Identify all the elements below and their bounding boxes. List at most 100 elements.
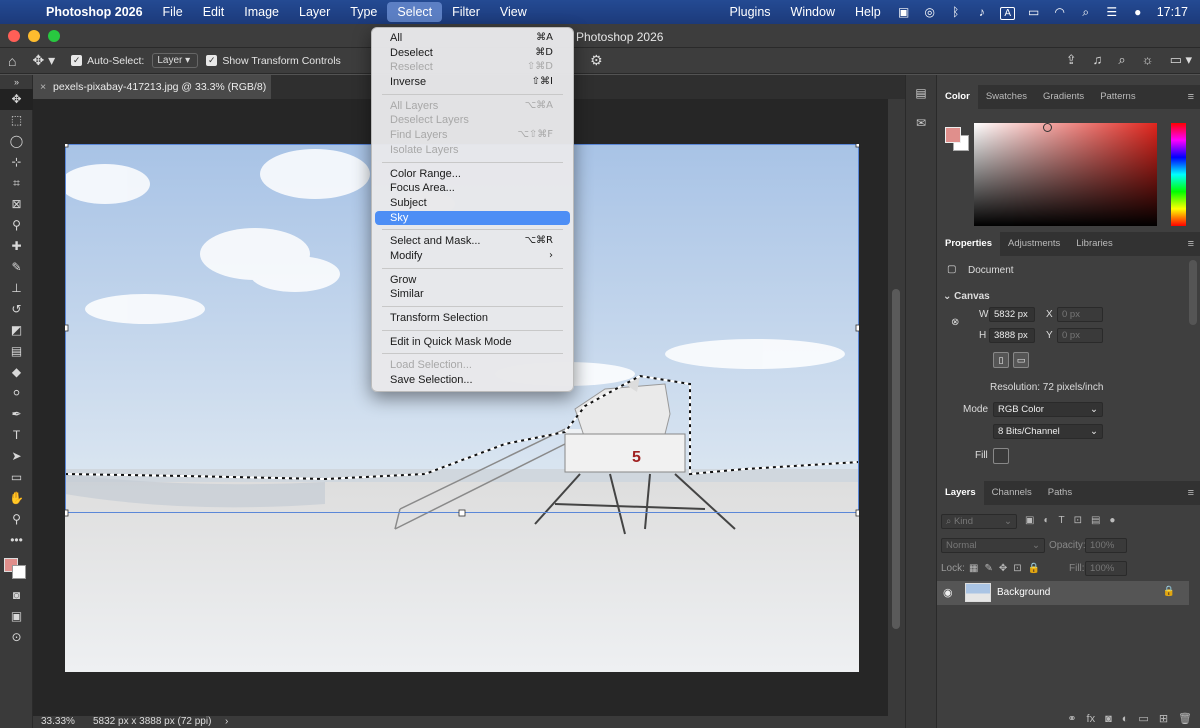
eyedropper-tool-icon[interactable]: ⚲ bbox=[0, 215, 33, 236]
history-panel-icon[interactable]: ▤ bbox=[906, 81, 936, 105]
canvas-section-header[interactable]: ⌄ Canvas bbox=[943, 291, 990, 302]
siri-icon[interactable]: ● bbox=[1125, 5, 1151, 19]
menu-item-sky[interactable]: Sky bbox=[375, 210, 570, 226]
menu-item-modify[interactable]: Modify › bbox=[372, 249, 573, 264]
battery-icon[interactable]: ▭ bbox=[1021, 5, 1047, 19]
panel-menu-icon[interactable]: ≡ bbox=[1188, 238, 1200, 250]
color-field[interactable] bbox=[974, 123, 1157, 226]
type-tool-icon[interactable]: T bbox=[0, 425, 33, 446]
x-field[interactable]: 0 px bbox=[1057, 307, 1103, 322]
gradient-tool-icon[interactable]: ▤ bbox=[0, 341, 33, 362]
comments-panel-icon[interactable]: ✉ bbox=[906, 111, 936, 135]
auto-select-target-dropdown[interactable]: Layer ▾ bbox=[152, 53, 199, 68]
menu-filter[interactable]: Filter bbox=[442, 0, 490, 24]
new-layer-icon[interactable]: ⊞ bbox=[1159, 710, 1168, 728]
menu-item-focus-area[interactable]: Focus Area... bbox=[372, 181, 573, 196]
link-icon[interactable]: ⊗ bbox=[951, 317, 959, 328]
zoom-level[interactable]: 33.33% bbox=[41, 716, 75, 727]
tab-paths[interactable]: Paths bbox=[1040, 481, 1080, 505]
lasso-tool-icon[interactable]: ◯ bbox=[0, 131, 33, 152]
blend-mode-dropdown[interactable]: Normal ⌄ bbox=[941, 538, 1045, 553]
tab-adjustments[interactable]: Adjustments bbox=[1000, 232, 1068, 256]
menu-help[interactable]: Help bbox=[845, 0, 891, 24]
quick-mask-icon[interactable]: ◙ bbox=[0, 585, 33, 606]
tab-swatches[interactable]: Swatches bbox=[978, 85, 1035, 109]
marquee-tool-icon[interactable]: ⬚ bbox=[0, 110, 33, 131]
minimize-window-button[interactable] bbox=[28, 30, 40, 42]
trash-icon[interactable]: 🗑 bbox=[1178, 710, 1192, 728]
blur-tool-icon[interactable]: ◆ bbox=[0, 362, 33, 383]
pen-tool-icon[interactable]: ✒ bbox=[0, 404, 33, 425]
fx-icon[interactable]: fx bbox=[1087, 710, 1096, 728]
menu-item-subject[interactable]: Subject bbox=[372, 196, 573, 211]
close-tab-icon[interactable]: × bbox=[40, 75, 46, 99]
menu-item-select-and-mask[interactable]: Select and Mask... ⌥⌘R bbox=[372, 234, 573, 249]
frame-tool-icon[interactable]: ⊠ bbox=[0, 194, 33, 215]
lock-icons[interactable]: ▦✎✥⊡🔒 bbox=[969, 563, 1046, 574]
more-tools-icon[interactable]: ••• bbox=[0, 530, 33, 551]
home-icon[interactable]: ⌂ bbox=[0, 53, 24, 69]
panel-menu-icon[interactable]: ≡ bbox=[1188, 487, 1200, 499]
scroll-thumb[interactable] bbox=[892, 289, 900, 629]
share-icon[interactable]: ⇪ bbox=[1066, 52, 1077, 68]
path-selection-tool-icon[interactable]: ➤ bbox=[0, 446, 33, 467]
collapse-toolbar-icon[interactable]: » bbox=[0, 75, 33, 89]
menu-edit[interactable]: Edit bbox=[193, 0, 235, 24]
landscape-orientation-button[interactable]: ▭ bbox=[1013, 352, 1029, 368]
menu-view[interactable]: View bbox=[490, 0, 537, 24]
width-field[interactable]: 5832 px bbox=[989, 307, 1035, 322]
layer-row[interactable]: ◉ Background 🔒 bbox=[937, 581, 1189, 605]
edit-toolbar-icon[interactable]: ⊙ bbox=[0, 627, 33, 648]
menu-layer[interactable]: Layer bbox=[289, 0, 340, 24]
menu-item-transform-selection[interactable]: Transform Selection bbox=[372, 311, 573, 326]
menu-image[interactable]: Image bbox=[234, 0, 289, 24]
bit-depth-dropdown[interactable]: 8 Bits/Channel ⌄ bbox=[993, 424, 1103, 439]
crop-tool-icon[interactable]: ⌗ bbox=[0, 173, 33, 194]
tab-libraries[interactable]: Libraries bbox=[1068, 232, 1120, 256]
wechat-icon[interactable]: ◎ bbox=[917, 5, 943, 19]
bell-icon[interactable]: ♫ bbox=[1093, 52, 1103, 68]
fill-opacity-field[interactable]: 100% bbox=[1085, 561, 1127, 576]
menu-item-similar[interactable]: Similar bbox=[372, 287, 573, 302]
gear-icon[interactable]: ⚙ bbox=[582, 52, 611, 69]
zoom-tool-icon[interactable]: ⚲ bbox=[0, 509, 33, 530]
brush-tool-icon[interactable]: ✎ bbox=[0, 257, 33, 278]
tab-color[interactable]: Color bbox=[937, 85, 978, 109]
clock[interactable]: 17:17 bbox=[1151, 5, 1200, 19]
tab-gradients[interactable]: Gradients bbox=[1035, 85, 1092, 109]
background-color-swatch[interactable] bbox=[12, 565, 26, 579]
hand-tool-icon[interactable]: ✋ bbox=[0, 488, 33, 509]
chevron-right-icon[interactable]: › bbox=[225, 716, 228, 727]
menu-item-all[interactable]: All ⌘A bbox=[372, 31, 573, 46]
bluetooth-icon[interactable]: ᛒ bbox=[943, 5, 969, 19]
add-mask-icon[interactable]: ◙ bbox=[1105, 710, 1112, 728]
status-app-icon[interactable]: ▣ bbox=[891, 5, 917, 19]
menu-window[interactable]: Window bbox=[781, 0, 845, 24]
tab-patterns[interactable]: Patterns bbox=[1092, 85, 1143, 109]
layer-name[interactable]: Background bbox=[997, 587, 1050, 598]
eye-icon[interactable]: ◉ bbox=[943, 586, 953, 599]
spotlight-icon[interactable]: ⌕ bbox=[1073, 5, 1099, 20]
link-layers-icon[interactable]: ⚭ bbox=[1067, 710, 1076, 728]
show-transform-controls-checkbox[interactable]: ✓ bbox=[206, 55, 218, 66]
opacity-field[interactable]: 100% bbox=[1085, 538, 1127, 553]
screen-mode-icon[interactable]: ▣ bbox=[0, 606, 33, 627]
rectangle-tool-icon[interactable]: ▭ bbox=[0, 467, 33, 488]
new-group-icon[interactable]: ▭ bbox=[1138, 710, 1148, 728]
document-tab[interactable]: × pexels-pixabay-417213.jpg @ 33.3% (RGB… bbox=[33, 75, 271, 99]
mode-dropdown[interactable]: RGB Color ⌄ bbox=[993, 402, 1103, 417]
lightbulb-icon[interactable]: ☼ bbox=[1142, 52, 1154, 68]
healing-brush-tool-icon[interactable]: ✚ bbox=[0, 236, 33, 257]
menu-item-deselect[interactable]: Deselect ⌘D bbox=[372, 46, 573, 61]
menu-item-color-range[interactable]: Color Range... bbox=[372, 167, 573, 182]
menu-select[interactable]: Select bbox=[387, 2, 443, 22]
height-field[interactable]: 3888 px bbox=[989, 328, 1035, 343]
layer-filter-icons[interactable]: ▣◐T⊡▤● bbox=[1025, 515, 1124, 526]
color-picker-cursor[interactable] bbox=[1043, 123, 1052, 132]
tab-channels[interactable]: Channels bbox=[984, 481, 1040, 505]
tab-layers[interactable]: Layers bbox=[937, 481, 984, 505]
history-brush-tool-icon[interactable]: ↺ bbox=[0, 299, 33, 320]
hue-slider[interactable] bbox=[1171, 123, 1186, 226]
menu-item-grow[interactable]: Grow bbox=[372, 273, 573, 288]
zoom-window-button[interactable] bbox=[48, 30, 60, 42]
